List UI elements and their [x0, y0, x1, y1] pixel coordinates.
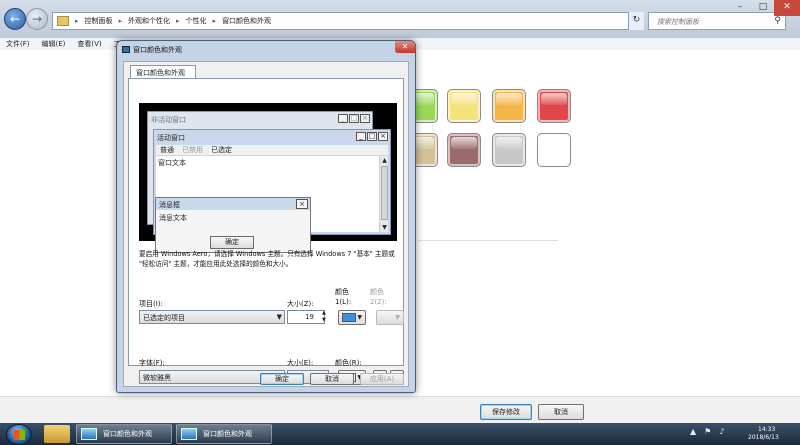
chevron-down-icon: ▼: [357, 314, 362, 321]
refresh-icon[interactable]: ↻: [628, 12, 644, 30]
folder-icon: [57, 16, 69, 26]
divider: [418, 240, 558, 241]
color-swatch[interactable]: [447, 133, 481, 167]
minimize-button[interactable]: –: [728, 0, 752, 16]
ok-button[interactable]: 确定: [260, 373, 304, 385]
flag-icon[interactable]: ⚑: [704, 427, 711, 436]
menu-file[interactable]: 文件(F): [6, 39, 30, 49]
clock-date: 2018/6/13: [748, 434, 779, 441]
tab-window-color[interactable]: 窗口颜色和外观: [130, 65, 196, 78]
color-swatch[interactable]: [447, 89, 481, 123]
dialog-close-button[interactable]: ✕: [395, 41, 415, 53]
start-button[interactable]: [6, 424, 32, 445]
search-icon: ⚲: [774, 16, 781, 26]
color-swatch[interactable]: [492, 133, 526, 167]
chevron-down-icon: ▼: [276, 313, 282, 321]
minimize-icon: _: [356, 132, 366, 141]
taskbar: 窗口颜色和外观 窗口颜色和外观 ▲ ⚑ ♪ 14:33 2018/6/13: [0, 423, 800, 445]
color-swatch[interactable]: [492, 89, 526, 123]
color-swatch[interactable]: [537, 133, 571, 167]
dialog-icon: [122, 46, 130, 53]
system-tray: ▲ ⚑ ♪: [690, 427, 724, 436]
aero-note: 要启用 Windows Aero，请选择 Windows 主题。只有选择 Win…: [139, 250, 395, 268]
color1-button[interactable]: ▼: [338, 310, 366, 325]
windows-logo-icon: [14, 430, 25, 440]
close-button[interactable]: ✕: [774, 0, 800, 16]
taskbar-task-label: 窗口颜色和外观: [203, 430, 252, 438]
close-icon: ×: [360, 114, 370, 123]
breadcrumb-item[interactable]: 个性化: [186, 16, 207, 26]
taskbar-task[interactable]: 窗口颜色和外观: [176, 424, 272, 444]
item-select-value: 已选定的项目: [143, 314, 185, 322]
save-changes-button[interactable]: 保存修改: [480, 404, 532, 420]
active-window-title: 活动窗口: [157, 134, 185, 142]
chevron-down-icon: ▼: [395, 314, 400, 321]
font-select-value: 微软雅黑: [143, 374, 171, 382]
appearance-preview[interactable]: 非活动窗口 _ □ × 活动窗口 _ □ × 普通 已禁用 已选定 窗口文本 ▲…: [139, 103, 397, 253]
breadcrumb-item[interactable]: 控制面板: [85, 16, 113, 26]
breadcrumb-item[interactable]: 窗口颜色和外观: [222, 16, 271, 26]
taskbar-task[interactable]: 窗口颜色和外观: [76, 424, 172, 444]
explorer-taskbar-icon[interactable]: [44, 425, 70, 443]
dialog-title: 窗口颜色和外观: [133, 46, 182, 54]
menu-edit[interactable]: 编辑(E): [42, 39, 66, 49]
maximize-icon: □: [349, 114, 359, 123]
preview-menu: 普通 已禁用 已选定: [156, 145, 388, 155]
window-color-dialog: 窗口颜色和外观 ✕ 窗口颜色和外观 非活动窗口 _ □ × 活动窗口 _ □ ×…: [116, 40, 416, 393]
item-select[interactable]: 已选定的项目 ▼: [139, 310, 285, 324]
close-icon: ×: [378, 132, 388, 141]
window-color-icon: [81, 428, 97, 440]
apply-button[interactable]: 应用(A): [360, 373, 404, 385]
bottom-bar: 保存修改 取消: [0, 396, 800, 423]
font-color-label: 颜色(R):: [335, 359, 362, 367]
network-icon[interactable]: ▲: [690, 427, 696, 436]
color-swatch[interactable]: [537, 89, 571, 123]
scroll-down-icon: ▼: [382, 224, 387, 231]
taskbar-task-label: 窗口颜色和外观: [103, 430, 152, 438]
size-label: 大小(Z):: [287, 300, 314, 308]
clock-time: 14:33: [758, 426, 776, 433]
message-box-ok: 确定: [210, 236, 254, 249]
preview-menu-normal: 普通: [160, 146, 174, 154]
dialog-cancel-button[interactable]: 取消: [310, 373, 354, 385]
tab-panel: 非活动窗口 _ □ × 活动窗口 _ □ × 普通 已禁用 已选定 窗口文本 ▲…: [128, 78, 404, 385]
maximize-button[interactable]: □: [752, 0, 774, 16]
menu-view[interactable]: 查看(V): [77, 39, 101, 49]
minimize-icon: _: [338, 114, 348, 123]
address-bar[interactable]: ▸ 控制面板 ▸ 外观和个性化 ▸ 个性化 ▸ 窗口颜色和外观: [52, 12, 642, 30]
message-box-title: 消息框: [156, 198, 310, 210]
forward-button[interactable]: →: [26, 8, 48, 30]
size-stepper[interactable]: ▲ ▼: [322, 310, 329, 324]
maximize-icon: □: [367, 132, 377, 141]
preview-menu-disabled: 已禁用: [182, 146, 203, 154]
color1-chip: [342, 313, 356, 322]
color2-label: 颜色 2(2):: [370, 288, 387, 306]
window-color-icon: [181, 428, 197, 440]
preview-menu-selected: 已选定: [211, 146, 232, 154]
title-bar: ← → ▸ 控制面板 ▸ 外观和个性化 ▸ 个性化 ▸ 窗口颜色和外观 ↻ 搜索…: [0, 0, 800, 38]
color2-button[interactable]: ▼: [376, 310, 404, 325]
font-label: 字体(F):: [139, 359, 165, 367]
preview-message-box: 消息框 × 消息文本 确定: [155, 197, 311, 253]
color1-label: 颜色 1(L):: [335, 288, 352, 306]
volume-icon[interactable]: ♪: [719, 427, 724, 436]
search-placeholder: 搜索控制面板: [657, 18, 699, 26]
breadcrumb-item[interactable]: 外观和个性化: [128, 16, 170, 26]
size-input[interactable]: 19: [287, 310, 325, 324]
scroll-up-icon: ▲: [382, 157, 387, 164]
dialog-body: 窗口颜色和外观 非活动窗口 _ □ × 活动窗口 _ □ × 普通 已禁用 已选…: [123, 61, 409, 387]
close-icon: ×: [296, 199, 308, 209]
preview-scrollbar: ▲ ▼: [379, 156, 388, 232]
back-button[interactable]: ←: [4, 8, 26, 30]
inactive-window-title: 非活动窗口: [151, 116, 186, 124]
item-label: 项目(I):: [139, 300, 163, 308]
message-box-text: 消息文本: [159, 214, 187, 222]
clock[interactable]: 14:33 2018/6/13: [748, 426, 800, 442]
cancel-button[interactable]: 取消: [538, 404, 584, 420]
font-size-label: 大小(E):: [287, 359, 314, 367]
